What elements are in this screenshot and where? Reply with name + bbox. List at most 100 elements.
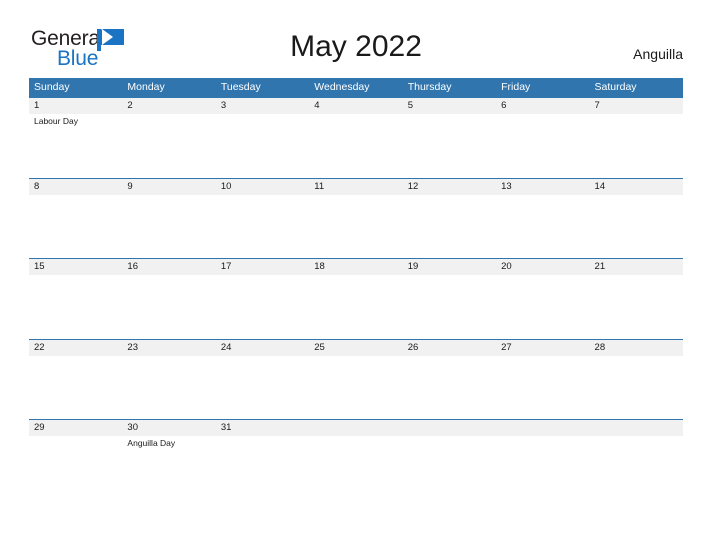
day-events — [122, 195, 215, 197]
day-number: 21 — [589, 259, 683, 275]
day-events — [309, 436, 402, 438]
day-number: 27 — [496, 339, 590, 356]
weekday-friday: Friday — [501, 81, 531, 93]
day-number: 23 — [122, 339, 216, 356]
calendar-day-cell[interactable]: 6 — [496, 98, 590, 178]
day-number: 6 — [496, 98, 590, 114]
weekday-saturday: Saturday — [594, 81, 637, 93]
calendar-week-row: 1 Labour Day 2 3 4 5 6 7 — [29, 97, 683, 178]
day-number: 7 — [589, 98, 683, 114]
calendar-day-cell-empty — [496, 420, 590, 500]
day-events: Anguilla Day — [122, 436, 215, 449]
calendar-day-cell[interactable]: 1 Labour Day — [29, 98, 123, 178]
calendar-weeks: 1 Labour Day 2 3 4 5 6 7 8 9 10 11 12 13 14 15 16 17 18 19 2… — [29, 97, 683, 500]
weekday-header-row: Sunday Monday Tuesday Wednesday Thursday… — [29, 78, 683, 97]
day-number: 1 — [29, 98, 123, 114]
weekday-monday: Monday — [127, 81, 165, 93]
day-events — [216, 114, 309, 116]
calendar-day-cell[interactable]: 9 — [122, 178, 216, 258]
day-events — [496, 436, 589, 438]
day-number: 28 — [589, 339, 683, 356]
day-events — [122, 275, 215, 277]
calendar-day-cell-empty — [309, 420, 403, 500]
day-events — [309, 195, 402, 197]
calendar-day-cell[interactable]: 23 — [122, 339, 216, 419]
day-number: 26 — [402, 339, 497, 356]
calendar-day-cell-empty — [589, 420, 683, 500]
day-number: 29 — [29, 420, 123, 436]
day-number — [496, 420, 590, 436]
calendar-day-cell[interactable]: 5 — [402, 98, 497, 178]
day-number: 13 — [496, 178, 590, 195]
day-events — [403, 114, 496, 116]
calendar-day-cell[interactable]: 3 — [215, 98, 310, 178]
calendar-day-cell[interactable]: 31 — [215, 420, 310, 500]
calendar-day-cell-empty — [402, 420, 497, 500]
day-events — [29, 436, 122, 438]
day-events — [122, 356, 215, 358]
calendar-day-cell[interactable]: 11 — [309, 178, 403, 258]
day-events — [216, 436, 309, 438]
calendar-grid: Sunday Monday Tuesday Wednesday Thursday… — [29, 78, 683, 500]
day-number — [402, 420, 497, 436]
calendar-day-cell[interactable]: 17 — [215, 259, 310, 339]
calendar-day-cell[interactable]: 21 — [589, 259, 683, 339]
calendar-day-cell[interactable]: 20 — [496, 259, 590, 339]
day-events — [122, 114, 215, 116]
calendar-week-row: 15 16 17 18 19 20 21 — [29, 258, 683, 339]
calendar-day-cell[interactable]: 15 — [29, 259, 123, 339]
weekday-thursday: Thursday — [407, 81, 452, 93]
calendar-day-cell[interactable]: 30 Anguilla Day — [122, 420, 216, 500]
calendar-day-cell[interactable]: 2 — [122, 98, 216, 178]
page-title: May 2022 — [290, 30, 422, 63]
day-events — [590, 114, 683, 116]
weekday-sunday: Sunday — [34, 81, 70, 93]
calendar-week-row: 29 30 Anguilla Day 31 — [29, 419, 683, 500]
calendar-day-cell[interactable]: 12 — [402, 178, 497, 258]
day-events — [403, 275, 496, 277]
day-number: 4 — [309, 98, 403, 114]
day-events — [403, 436, 496, 438]
calendar-day-cell[interactable]: 14 — [589, 178, 683, 258]
calendar-day-cell[interactable]: 16 — [122, 259, 216, 339]
day-events — [403, 356, 496, 358]
day-number: 25 — [309, 339, 403, 356]
calendar-day-cell[interactable]: 29 — [29, 420, 123, 500]
calendar-day-cell[interactable]: 7 — [589, 98, 683, 178]
calendar-day-cell[interactable]: 22 — [29, 339, 123, 419]
calendar-day-cell[interactable]: 24 — [215, 339, 310, 419]
day-events — [496, 275, 589, 277]
day-number: 2 — [122, 98, 216, 114]
day-number — [309, 420, 403, 436]
day-events — [216, 195, 309, 197]
day-events — [29, 275, 122, 277]
calendar-day-cell[interactable]: 13 — [496, 178, 590, 258]
calendar-day-cell[interactable]: 28 — [589, 339, 683, 419]
day-events — [590, 275, 683, 277]
day-number: 11 — [309, 178, 403, 195]
day-events — [590, 195, 683, 197]
day-number: 5 — [402, 98, 497, 114]
day-number: 18 — [309, 259, 403, 275]
calendar-day-cell[interactable]: 19 — [402, 259, 497, 339]
day-events — [216, 356, 309, 358]
region-label: Anguilla — [633, 46, 683, 62]
day-number: 12 — [402, 178, 497, 195]
event-label: Anguilla Day — [127, 438, 176, 448]
day-number: 19 — [402, 259, 497, 275]
calendar-week-row: 22 23 24 25 26 27 28 — [29, 338, 683, 419]
day-number: 8 — [29, 178, 123, 195]
calendar-day-cell[interactable]: 25 — [309, 339, 403, 419]
calendar-day-cell[interactable]: 4 — [309, 98, 403, 178]
day-events — [590, 436, 683, 438]
day-number: 15 — [29, 259, 123, 275]
calendar-day-cell[interactable]: 26 — [402, 339, 497, 419]
calendar-day-cell[interactable]: 10 — [215, 178, 310, 258]
calendar-page: General Blue May 2022 Anguilla Sunday Mo… — [0, 0, 712, 550]
day-number: 3 — [215, 98, 310, 114]
calendar-day-cell[interactable]: 8 — [29, 178, 123, 258]
day-events — [309, 356, 402, 358]
calendar-day-cell[interactable]: 27 — [496, 339, 590, 419]
calendar-day-cell[interactable]: 18 — [309, 259, 403, 339]
day-events: Labour Day — [29, 114, 122, 127]
